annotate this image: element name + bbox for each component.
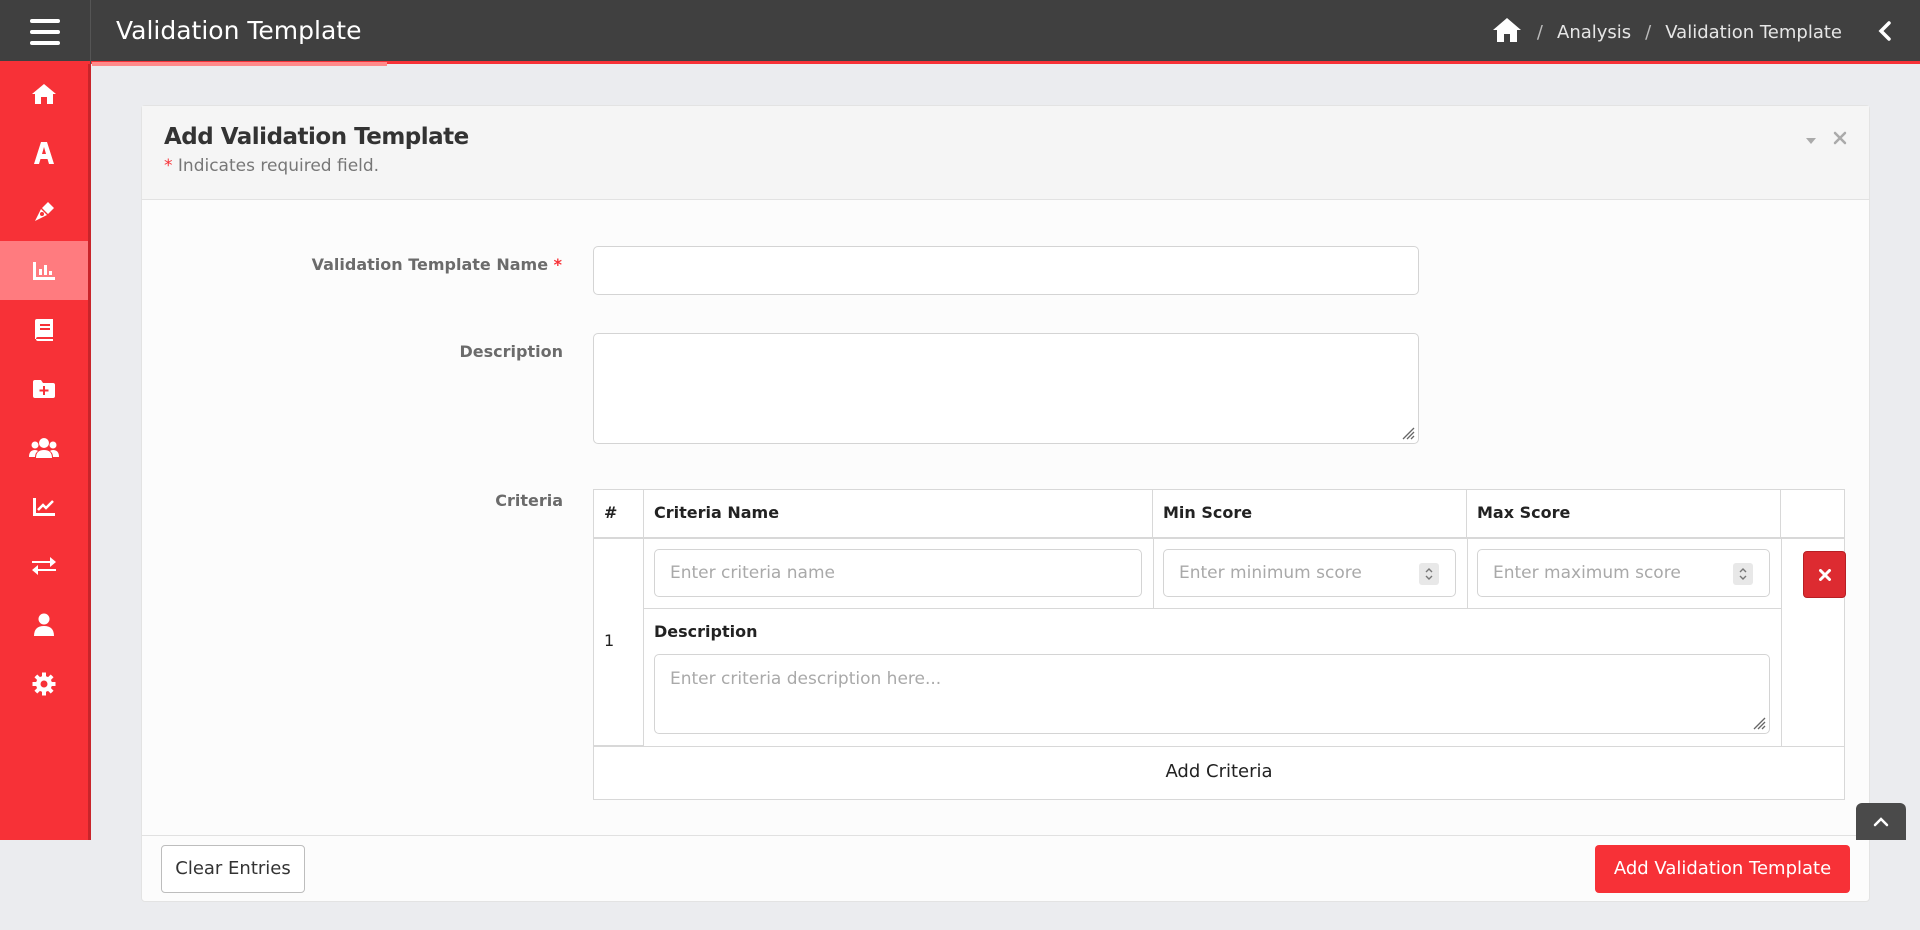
required-note: * Indicates required field. — [164, 156, 1847, 176]
scroll-to-top-button[interactable] — [1856, 803, 1906, 840]
caret-down-icon[interactable] — [1805, 130, 1817, 149]
breadcrumb: / Analysis / Validation Template — [1491, 0, 1842, 64]
sidebar-item-home[interactable] — [0, 64, 88, 123]
delete-criteria-button[interactable] — [1803, 551, 1846, 598]
sidebar-item-folder[interactable] — [0, 359, 88, 418]
template-name-input[interactable] — [593, 246, 1419, 295]
chevron-up-icon — [1873, 816, 1889, 826]
column-header-max-score: Max Score — [1467, 490, 1781, 539]
description-textarea[interactable] — [593, 333, 1419, 444]
template-name-label-text: Validation Template Name — [311, 255, 549, 274]
column-header-min-score: Min Score — [1153, 490, 1467, 539]
home-icon — [32, 83, 56, 104]
criteria-description-textarea[interactable]: Enter criteria description here... — [654, 654, 1770, 734]
required-star: * — [164, 156, 173, 176]
number-spinner-icon[interactable] — [1419, 563, 1439, 585]
breadcrumb-separator: / — [1645, 21, 1652, 43]
home-icon[interactable] — [1491, 16, 1523, 49]
sidebar-item-users[interactable] — [0, 418, 88, 477]
breadcrumb-item-analysis[interactable]: Analysis — [1557, 22, 1631, 43]
min-score-placeholder: Enter minimum score — [1179, 563, 1362, 583]
page-title: Validation Template — [116, 16, 362, 45]
menu-toggle-button[interactable] — [0, 0, 91, 64]
sidebar-item-trends[interactable] — [0, 477, 88, 536]
min-score-input[interactable]: Enter minimum score — [1163, 549, 1456, 597]
close-icon — [1818, 568, 1831, 581]
chevron-left-icon[interactable] — [1870, 16, 1900, 46]
sidebar-item-transfer[interactable] — [0, 536, 88, 595]
sidebar-item-settings[interactable] — [0, 654, 88, 713]
template-name-label: Validation Template Name * — [142, 255, 562, 274]
breadcrumb-separator: / — [1536, 21, 1543, 43]
close-icon[interactable] — [1833, 130, 1847, 149]
folder-plus-icon — [33, 379, 55, 398]
required-star: * — [553, 255, 562, 274]
add-template-card: Add Validation Template * Indicates requ… — [141, 105, 1870, 902]
criteria-name-input[interactable]: Enter criteria name — [654, 549, 1142, 597]
criteria-description-label: Description — [654, 622, 758, 641]
add-criteria-button[interactable]: Add Criteria — [594, 747, 1844, 799]
sidebar-item-pen[interactable] — [0, 182, 88, 241]
card-header: Add Validation Template * Indicates requ… — [142, 106, 1869, 200]
pen-nib-icon — [35, 201, 54, 221]
resize-handle-icon[interactable] — [1752, 716, 1766, 730]
criteria-description-placeholder: Enter criteria description here... — [670, 669, 942, 689]
sidebar — [0, 64, 91, 840]
chart-bar-icon — [33, 261, 55, 280]
breadcrumb-item-current: Validation Template — [1665, 21, 1842, 43]
chart-line-icon — [33, 497, 55, 516]
clear-entries-button[interactable]: Clear Entries — [161, 845, 305, 893]
font-icon — [34, 141, 54, 164]
exchange-icon — [32, 556, 56, 575]
row-index: 1 — [604, 631, 615, 650]
resize-handle-icon[interactable] — [1401, 426, 1415, 440]
column-header-criteria-name: Criteria Name — [644, 490, 1153, 539]
criteria-label: Criteria — [495, 491, 563, 510]
cog-icon — [32, 672, 56, 695]
column-header-actions — [1781, 490, 1844, 539]
description-label: Description — [459, 342, 563, 361]
max-score-placeholder: Enter maximum score — [1493, 563, 1681, 583]
book-icon — [35, 318, 53, 341]
table-row-index-cell: 1 — [594, 539, 644, 746]
card-tools — [1805, 130, 1847, 149]
users-icon — [29, 437, 59, 458]
column-header-index: # — [594, 490, 644, 539]
sidebar-item-book[interactable] — [0, 300, 88, 359]
card-title: Add Validation Template — [164, 124, 469, 150]
required-note-text: Indicates required field. — [177, 156, 380, 176]
add-validation-template-button[interactable]: Add Validation Template — [1595, 845, 1850, 893]
hamburger-icon — [30, 19, 60, 45]
number-spinner-icon[interactable] — [1733, 563, 1753, 585]
user-icon — [34, 613, 54, 636]
sidebar-item-user[interactable] — [0, 595, 88, 654]
title-underline — [92, 62, 387, 66]
top-bar: Validation Template / Analysis / Validat… — [0, 0, 1920, 64]
sidebar-item-font[interactable] — [0, 123, 88, 182]
max-score-input[interactable]: Enter maximum score — [1477, 549, 1770, 597]
criteria-table: # Criteria Name Min Score Max Score 1 En… — [593, 489, 1846, 800]
footer-divider — [142, 835, 1869, 836]
sidebar-item-analysis[interactable] — [0, 241, 88, 300]
